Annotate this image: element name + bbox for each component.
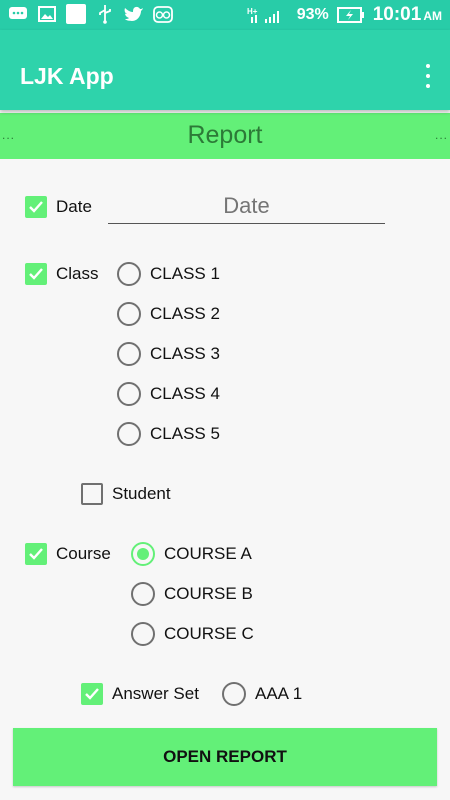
- student-label: Student: [112, 484, 171, 503]
- class-option-label: CLASS 3: [150, 344, 220, 363]
- answer-set-checkbox[interactable]: [81, 683, 103, 705]
- overflow-menu-icon[interactable]: [420, 64, 436, 88]
- battery-percent: 93%: [296, 6, 329, 23]
- class-radio-4[interactable]: [117, 382, 141, 406]
- clock: 10:01 AM: [373, 4, 442, 26]
- date-field[interactable]: [108, 190, 385, 224]
- class-option-1[interactable]: CLASS 1: [117, 262, 220, 286]
- course-radio-a[interactable]: [131, 542, 155, 566]
- report-title: Report: [187, 121, 263, 149]
- class-radio-2[interactable]: [117, 302, 141, 326]
- check-icon: [29, 548, 43, 560]
- class-option-2[interactable]: CLASS 2: [117, 302, 220, 326]
- date-label: Date: [56, 197, 92, 216]
- class-option-5[interactable]: CLASS 5: [117, 422, 220, 446]
- class-radio-1[interactable]: [117, 262, 141, 286]
- check-icon: [29, 268, 43, 280]
- course-checkbox[interactable]: [25, 543, 47, 565]
- check-icon: [85, 688, 99, 700]
- class-option-4[interactable]: CLASS 4: [117, 382, 220, 406]
- course-radio-c[interactable]: [131, 622, 155, 646]
- usb-icon: [95, 4, 115, 24]
- network-signal-icon: H+: [245, 5, 289, 25]
- course-option-a[interactable]: COURSE A: [131, 542, 252, 566]
- check-icon: [29, 201, 43, 213]
- answer-set-option-label: AAA 1: [255, 684, 303, 703]
- status-bar: H+ 93% 10:01 AM: [0, 0, 450, 30]
- course-row: Course: [25, 543, 111, 565]
- course-option-label: COURSE C: [164, 624, 254, 643]
- date-checkbox[interactable]: [25, 196, 47, 218]
- image-icon: [37, 4, 57, 24]
- class-option-label: CLASS 4: [150, 384, 220, 403]
- course-option-c[interactable]: COURSE C: [131, 622, 254, 646]
- class-checkbox[interactable]: [25, 263, 47, 285]
- class-option-label: CLASS 2: [150, 304, 220, 323]
- course-option-label: COURSE B: [164, 584, 253, 603]
- twitter-icon: [124, 4, 144, 24]
- course-option-label: COURSE A: [164, 544, 252, 563]
- answer-set-row: Answer Set: [81, 683, 199, 705]
- class-row: Class: [25, 263, 99, 285]
- tripadvisor-icon: [153, 4, 173, 24]
- clock-time: 10:01: [372, 4, 422, 25]
- open-report-button[interactable]: OPEN REPORT: [13, 728, 437, 786]
- answer-set-radio[interactable]: [222, 682, 246, 706]
- student-checkbox[interactable]: [81, 483, 103, 505]
- clock-ampm: AM: [423, 9, 442, 23]
- course-option-b[interactable]: COURSE B: [131, 582, 253, 606]
- date-row: Date: [25, 196, 92, 218]
- class-radio-3[interactable]: [117, 342, 141, 366]
- class-option-label: CLASS 5: [150, 424, 220, 443]
- class-option-3[interactable]: CLASS 3: [117, 342, 220, 366]
- class-option-label: CLASS 1: [150, 264, 220, 283]
- report-header: ... Report ...: [0, 113, 450, 159]
- report-dots-right: ...: [434, 128, 448, 142]
- date-input[interactable]: [108, 193, 385, 219]
- class-label: Class: [56, 264, 99, 283]
- svg-text:H+: H+: [247, 7, 258, 16]
- student-row: Student: [81, 483, 171, 505]
- battery-icon: [336, 5, 365, 25]
- app-title: LJK App: [20, 63, 114, 89]
- answer-set-option[interactable]: AAA 1: [222, 682, 302, 706]
- answer-set-label: Answer Set: [112, 684, 199, 703]
- app-bar: LJK App: [0, 30, 450, 110]
- class-radio-5[interactable]: [117, 422, 141, 446]
- course-label: Course: [56, 544, 111, 563]
- course-radio-b[interactable]: [131, 582, 155, 606]
- white-square-icon: [66, 4, 86, 24]
- chat-icon: [8, 4, 28, 24]
